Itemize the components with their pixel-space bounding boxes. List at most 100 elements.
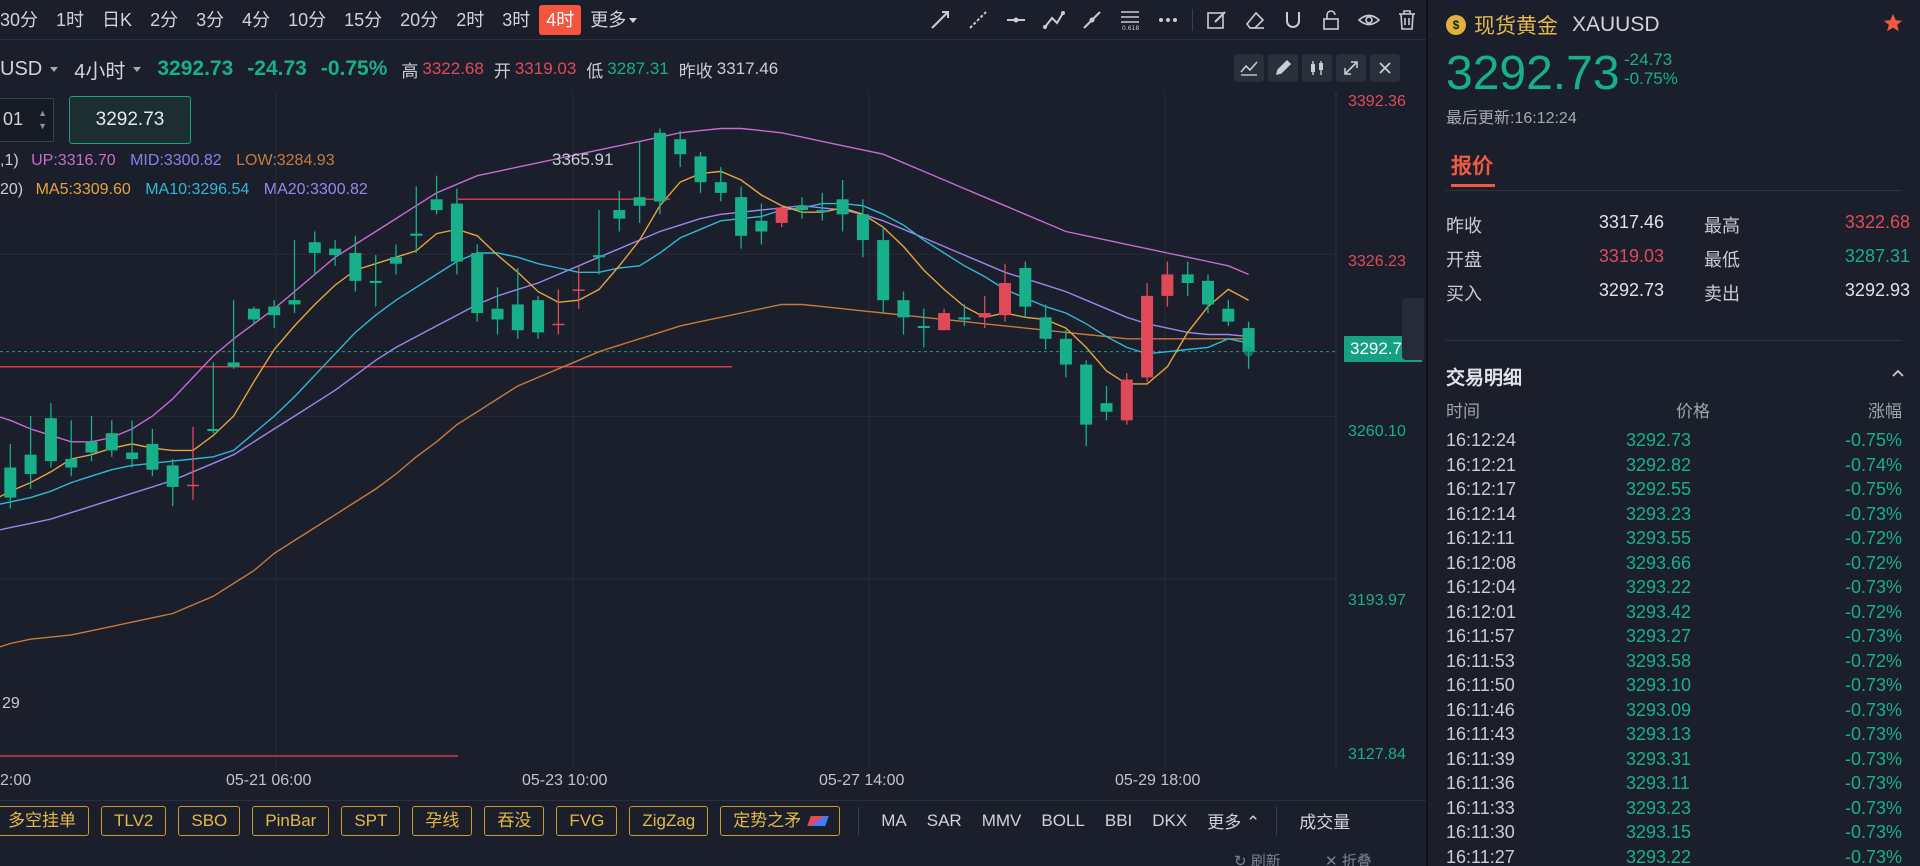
candle-body (1039, 317, 1052, 339)
edit-icon[interactable] (1198, 0, 1236, 40)
separator (1446, 340, 1902, 341)
main-indicator-mmv[interactable]: MMV (982, 811, 1022, 831)
timeframe-7[interactable]: 15分 (335, 5, 391, 35)
live-price-dot (1243, 346, 1254, 357)
polyline-icon[interactable] (1035, 0, 1073, 40)
indicator-tag-9[interactable]: 定势之矛 (720, 805, 841, 836)
indicator-tag-4[interactable]: SPT (341, 805, 401, 836)
indicator-tag-1[interactable]: TLV2 (101, 805, 167, 836)
interval-select[interactable]: 4小时 (74, 55, 125, 84)
instrument-name: 现货黄金 (1474, 15, 1558, 38)
more-tools-icon[interactable] (1149, 0, 1187, 40)
eraser-icon[interactable] (1236, 0, 1274, 40)
candle-body (999, 282, 1011, 316)
candle-body (836, 199, 849, 215)
chevron-up-icon[interactable] (1890, 365, 1906, 381)
timeframe-9[interactable]: 2时 (447, 5, 493, 35)
volume-button[interactable]: 成交量 (1299, 808, 1350, 833)
trade-change: -0.72% (1844, 528, 1902, 548)
trash-icon[interactable] (1388, 0, 1426, 40)
timeframe-4[interactable]: 3分 (187, 5, 233, 35)
main-indicator-sar[interactable]: SAR (927, 811, 962, 831)
timeframe-8[interactable]: 20分 (391, 5, 447, 35)
candle-body (288, 300, 301, 305)
timeframe-10[interactable]: 3时 (493, 5, 539, 35)
trades-list[interactable]: 16:12:24 3292.73 -0.75% 16:12:21 3292.82 -0.7… (1446, 430, 1902, 866)
trade-change: -0.73% (1844, 748, 1902, 769)
panel-change-value: -24.73 (1624, 50, 1673, 69)
trade-price: 3292.55 (1626, 479, 1692, 499)
trade-price: 3292.82 (1626, 454, 1692, 475)
indicator-separator (858, 806, 860, 835)
timeframe-11[interactable]: 4时 (539, 4, 582, 35)
fibonacci-icon[interactable]: 0.618 (1111, 0, 1149, 40)
indicator-tag-0[interactable]: 多空挂单 (0, 805, 89, 836)
chart-area[interactable]: 30分 1时 日K 2分 3分 4分 10分 15分 20分 2时 3时 4时 更多 0.618 US… (0, 0, 1426, 866)
candle-body (471, 252, 484, 314)
trade-row: 16:11:36 3293.11 -0.73% (1446, 773, 1902, 798)
ray-line-icon[interactable] (959, 0, 997, 40)
symbol-caret-icon[interactable] (50, 66, 59, 72)
timeframe-2[interactable]: 日K (93, 5, 141, 35)
timeframe-1[interactable]: 1时 (47, 5, 93, 35)
symbol-select[interactable]: USD (0, 58, 42, 81)
candle-style-icon[interactable] (1302, 54, 1332, 82)
timeframe-5[interactable]: 4分 (233, 5, 279, 35)
indicator-tag-5[interactable]: 孕线 (412, 805, 473, 836)
candlestick-chart[interactable] (0, 92, 1340, 768)
main-indicator-dkx[interactable]: DKX (1152, 811, 1187, 831)
candle-body (613, 210, 626, 219)
favorite-star-icon[interactable] (1882, 12, 1904, 34)
indicator-separator (1276, 806, 1278, 835)
timeframe-0[interactable]: 30分 (0, 5, 47, 35)
indicator-more-button[interactable]: 更多 ⌃ (1207, 808, 1260, 833)
refresh-button[interactable]: ↻ 刷新 (1234, 853, 1281, 866)
candle-body (1222, 308, 1235, 322)
main-indicator-bbi[interactable]: BBI (1105, 811, 1132, 831)
panel-collapse-handle[interactable] (1402, 298, 1424, 360)
indicator-tag-6[interactable]: 吞没 (484, 805, 545, 836)
segment-icon[interactable] (1073, 0, 1111, 40)
trade-row: 16:12:04 3293.22 -0.73% (1446, 577, 1902, 602)
candle-body (44, 418, 57, 462)
pencil-icon[interactable] (1268, 54, 1298, 82)
trade-price: 3293.11 (1626, 773, 1690, 793)
candle-body (1181, 274, 1194, 283)
timeframe-3[interactable]: 2分 (141, 5, 187, 35)
candle-body (410, 233, 423, 236)
timeframe-6[interactable]: 10分 (279, 5, 335, 35)
indicator-tag-7[interactable]: FVG (556, 805, 618, 836)
candle-body (85, 441, 98, 453)
lock-icon[interactable] (1312, 0, 1350, 40)
panel-change-pct: -0.75% (1624, 69, 1678, 88)
horizontal-line-icon[interactable] (997, 0, 1035, 40)
magnet-icon[interactable] (1274, 0, 1312, 40)
interval-caret-icon[interactable] (133, 66, 142, 72)
fullscreen-icon[interactable] (1336, 54, 1366, 82)
separator (1446, 190, 1902, 191)
candle-body (390, 257, 402, 264)
trade-price: 3293.58 (1626, 650, 1692, 671)
refresh-label: 刷新 (1250, 853, 1281, 866)
eye-icon[interactable] (1350, 0, 1388, 40)
open-value: 3319.03 (514, 59, 577, 78)
main-indicator-ma[interactable]: MA (881, 811, 907, 831)
close-icon[interactable] (1370, 54, 1400, 82)
main-indicator-boll[interactable]: BOLL (1041, 811, 1084, 831)
candle-body (816, 210, 829, 213)
trade-time: 16:12:14 (1446, 503, 1517, 524)
trend-line-icon[interactable] (921, 0, 959, 40)
indicator-more-label: 更多 (1207, 813, 1242, 832)
indicator-tag-3[interactable]: PinBar (252, 805, 330, 836)
tab-quote[interactable]: 报价 (1451, 150, 1493, 180)
x-axis-label: 2:00 (0, 772, 32, 789)
trade-row: 16:12:01 3293.42 -0.72% (1446, 602, 1902, 627)
candle-body (1059, 338, 1072, 365)
chart-type-icon[interactable] (1234, 54, 1264, 82)
y-axis-label: 3193.97 (1348, 592, 1406, 609)
trade-price: 3293.09 (1626, 699, 1692, 720)
indicator-tag-8[interactable]: ZigZag (629, 805, 709, 836)
indicator-tag-2[interactable]: SBO (178, 805, 241, 836)
timeframe-more-button[interactable]: 更多 (581, 5, 646, 35)
fold-button[interactable]: ✕ 折叠 (1325, 853, 1372, 866)
